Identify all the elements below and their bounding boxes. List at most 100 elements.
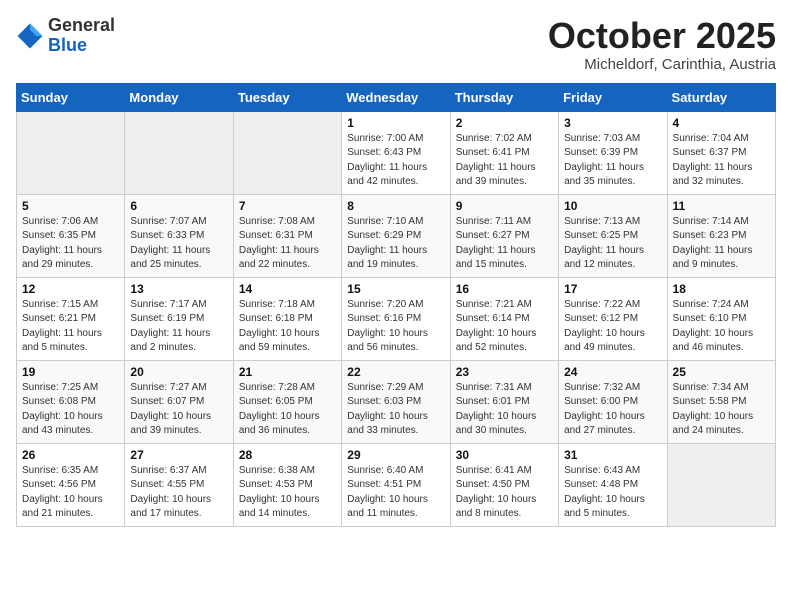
logo: General Blue — [16, 16, 115, 56]
weekday-header: Sunday — [17, 83, 125, 111]
calendar-cell — [125, 111, 233, 194]
calendar-cell: 20 Sunrise: 7:27 AMSunset: 6:07 PMDayligh… — [125, 360, 233, 443]
day-number: 10 — [564, 199, 661, 213]
day-number: 20 — [130, 365, 227, 379]
day-info: Sunrise: 7:08 AMSunset: 6:31 PMDaylight:… — [239, 215, 336, 273]
day-number: 3 — [564, 116, 661, 130]
calendar-cell — [667, 443, 775, 526]
weekday-header-row: SundayMondayTuesdayWednesdayThursdayFrid… — [17, 83, 776, 111]
day-number: 26 — [22, 448, 119, 462]
day-info: Sunrise: 7:29 AMSunset: 6:03 PMDaylight:… — [347, 381, 444, 439]
day-number: 5 — [22, 199, 119, 213]
day-number: 7 — [239, 199, 336, 213]
day-info: Sunrise: 7:22 AMSunset: 6:12 PMDaylight:… — [564, 298, 661, 356]
calendar-cell: 29 Sunrise: 6:40 AMSunset: 4:51 PMDayligh… — [342, 443, 450, 526]
day-number: 27 — [130, 448, 227, 462]
day-number: 4 — [673, 116, 770, 130]
calendar-cell: 21Sunrise: 7:28 AMSunset: 6:05 PMDayligh… — [233, 360, 341, 443]
calendar-cell: 7 Sunrise: 7:08 AMSunset: 6:31 PMDaylight… — [233, 194, 341, 277]
calendar-cell: 27 Sunrise: 6:37 AMSunset: 4:55 PMDayligh… — [125, 443, 233, 526]
day-number: 28 — [239, 448, 336, 462]
day-number: 29 — [347, 448, 444, 462]
day-number: 18 — [673, 282, 770, 296]
calendar-cell: 9 Sunrise: 7:11 AMSunset: 6:27 PMDaylight… — [450, 194, 558, 277]
calendar-cell: 10 Sunrise: 7:13 AMSunset: 6:25 PMDayligh… — [559, 194, 667, 277]
day-info: Sunrise: 7:04 AMSunset: 6:37 PMDaylight:… — [673, 132, 770, 190]
calendar-cell: 17 Sunrise: 7:22 AMSunset: 6:12 PMDayligh… — [559, 277, 667, 360]
calendar-cell: 14 Sunrise: 7:18 AMSunset: 6:18 PMDayligh… — [233, 277, 341, 360]
day-number: 15 — [347, 282, 444, 296]
calendar-cell: 6 Sunrise: 7:07 AMSunset: 6:33 PMDaylight… — [125, 194, 233, 277]
logo-text: General Blue — [48, 16, 115, 56]
logo-icon — [16, 22, 44, 50]
calendar-cell: 13Sunrise: 7:17 AMSunset: 6:19 PMDayligh… — [125, 277, 233, 360]
day-info: Sunrise: 6:40 AMSunset: 4:51 PMDaylight:… — [347, 464, 444, 522]
day-info: Sunrise: 6:38 AMSunset: 4:53 PMDaylight:… — [239, 464, 336, 522]
day-info: Sunrise: 7:14 AMSunset: 6:23 PMDaylight:… — [673, 215, 770, 273]
weekday-header: Monday — [125, 83, 233, 111]
calendar-cell: 8Sunrise: 7:10 AMSunset: 6:29 PMDaylight… — [342, 194, 450, 277]
day-info: Sunrise: 7:27 AMSunset: 6:07 PMDaylight:… — [130, 381, 227, 439]
day-number: 9 — [456, 199, 553, 213]
day-info: Sunrise: 7:20 AMSunset: 6:16 PMDaylight:… — [347, 298, 444, 356]
day-info: Sunrise: 7:13 AMSunset: 6:25 PMDaylight:… — [564, 215, 661, 273]
day-info: Sunrise: 7:17 AMSunset: 6:19 PMDaylight:… — [130, 298, 227, 356]
calendar-row: 1Sunrise: 7:00 AMSunset: 6:43 PMDaylight… — [17, 111, 776, 194]
calendar-cell: 25 Sunrise: 7:34 AMSunset: 5:58 PMDayligh… — [667, 360, 775, 443]
calendar-cell: 19 Sunrise: 7:25 AMSunset: 6:08 PMDayligh… — [17, 360, 125, 443]
day-info: Sunrise: 7:11 AMSunset: 6:27 PMDaylight:… — [456, 215, 553, 273]
weekday-header: Wednesday — [342, 83, 450, 111]
day-info: Sunrise: 7:28 AMSunset: 6:05 PMDaylight:… — [239, 381, 336, 439]
day-info: Sunrise: 7:15 AMSunset: 6:21 PMDaylight:… — [22, 298, 119, 356]
day-number: 31 — [564, 448, 661, 462]
month-title: October 2025 — [548, 16, 776, 56]
calendar-cell: 26Sunrise: 6:35 AMSunset: 4:56 PMDayligh… — [17, 443, 125, 526]
day-info: Sunrise: 7:06 AMSunset: 6:35 PMDaylight:… — [22, 215, 119, 273]
calendar-cell — [233, 111, 341, 194]
calendar-table: SundayMondayTuesdayWednesdayThursdayFrid… — [16, 83, 776, 527]
calendar-cell: 16Sunrise: 7:21 AMSunset: 6:14 PMDayligh… — [450, 277, 558, 360]
day-number: 30 — [456, 448, 553, 462]
day-number: 11 — [673, 199, 770, 213]
calendar-cell: 15 Sunrise: 7:20 AMSunset: 6:16 PMDayligh… — [342, 277, 450, 360]
day-info: Sunrise: 7:10 AMSunset: 6:29 PMDaylight:… — [347, 215, 444, 273]
day-number: 17 — [564, 282, 661, 296]
calendar-row: 5 Sunrise: 7:06 AMSunset: 6:35 PMDaylight… — [17, 194, 776, 277]
weekday-header: Friday — [559, 83, 667, 111]
day-number: 6 — [130, 199, 227, 213]
day-number: 12 — [22, 282, 119, 296]
calendar-cell: 11 Sunrise: 7:14 AMSunset: 6:23 PMDayligh… — [667, 194, 775, 277]
calendar-cell: 22Sunrise: 7:29 AMSunset: 6:03 PMDayligh… — [342, 360, 450, 443]
title-block: October 2025 Micheldorf, Carinthia, Aust… — [548, 16, 776, 73]
day-number: 25 — [673, 365, 770, 379]
day-info: Sunrise: 7:34 AMSunset: 5:58 PMDaylight:… — [673, 381, 770, 439]
day-info: Sunrise: 6:43 AMSunset: 4:48 PMDaylight:… — [564, 464, 661, 522]
calendar-cell: 1Sunrise: 7:00 AMSunset: 6:43 PMDaylight… — [342, 111, 450, 194]
calendar-cell: 23Sunrise: 7:31 AMSunset: 6:01 PMDayligh… — [450, 360, 558, 443]
page-header: General Blue October 2025 Micheldorf, Ca… — [16, 16, 776, 73]
day-info: Sunrise: 7:24 AMSunset: 6:10 PMDaylight:… — [673, 298, 770, 356]
day-number: 24 — [564, 365, 661, 379]
day-info: Sunrise: 7:21 AMSunset: 6:14 PMDaylight:… — [456, 298, 553, 356]
calendar-cell: 28 Sunrise: 6:38 AMSunset: 4:53 PMDayligh… — [233, 443, 341, 526]
day-info: Sunrise: 7:07 AMSunset: 6:33 PMDaylight:… — [130, 215, 227, 273]
calendar-cell: 30 Sunrise: 6:41 AMSunset: 4:50 PMDayligh… — [450, 443, 558, 526]
day-info: Sunrise: 7:25 AMSunset: 6:08 PMDaylight:… — [22, 381, 119, 439]
calendar-cell: 4 Sunrise: 7:04 AMSunset: 6:37 PMDaylight… — [667, 111, 775, 194]
weekday-header: Tuesday — [233, 83, 341, 111]
day-info: Sunrise: 6:41 AMSunset: 4:50 PMDaylight:… — [456, 464, 553, 522]
weekday-header: Saturday — [667, 83, 775, 111]
day-info: Sunrise: 7:18 AMSunset: 6:18 PMDaylight:… — [239, 298, 336, 356]
calendar-cell: 3 Sunrise: 7:03 AMSunset: 6:39 PMDaylight… — [559, 111, 667, 194]
day-info: Sunrise: 7:03 AMSunset: 6:39 PMDaylight:… — [564, 132, 661, 190]
day-info: Sunrise: 7:32 AMSunset: 6:00 PMDaylight:… — [564, 381, 661, 439]
weekday-header: Thursday — [450, 83, 558, 111]
day-info: Sunrise: 6:37 AMSunset: 4:55 PMDaylight:… — [130, 464, 227, 522]
day-number: 19 — [22, 365, 119, 379]
day-number: 2 — [456, 116, 553, 130]
day-number: 14 — [239, 282, 336, 296]
day-number: 1 — [347, 116, 444, 130]
calendar-cell: 31 Sunrise: 6:43 AMSunset: 4:48 PMDayligh… — [559, 443, 667, 526]
calendar-cell: 24 Sunrise: 7:32 AMSunset: 6:00 PMDayligh… — [559, 360, 667, 443]
calendar-row: 19 Sunrise: 7:25 AMSunset: 6:08 PMDayligh… — [17, 360, 776, 443]
